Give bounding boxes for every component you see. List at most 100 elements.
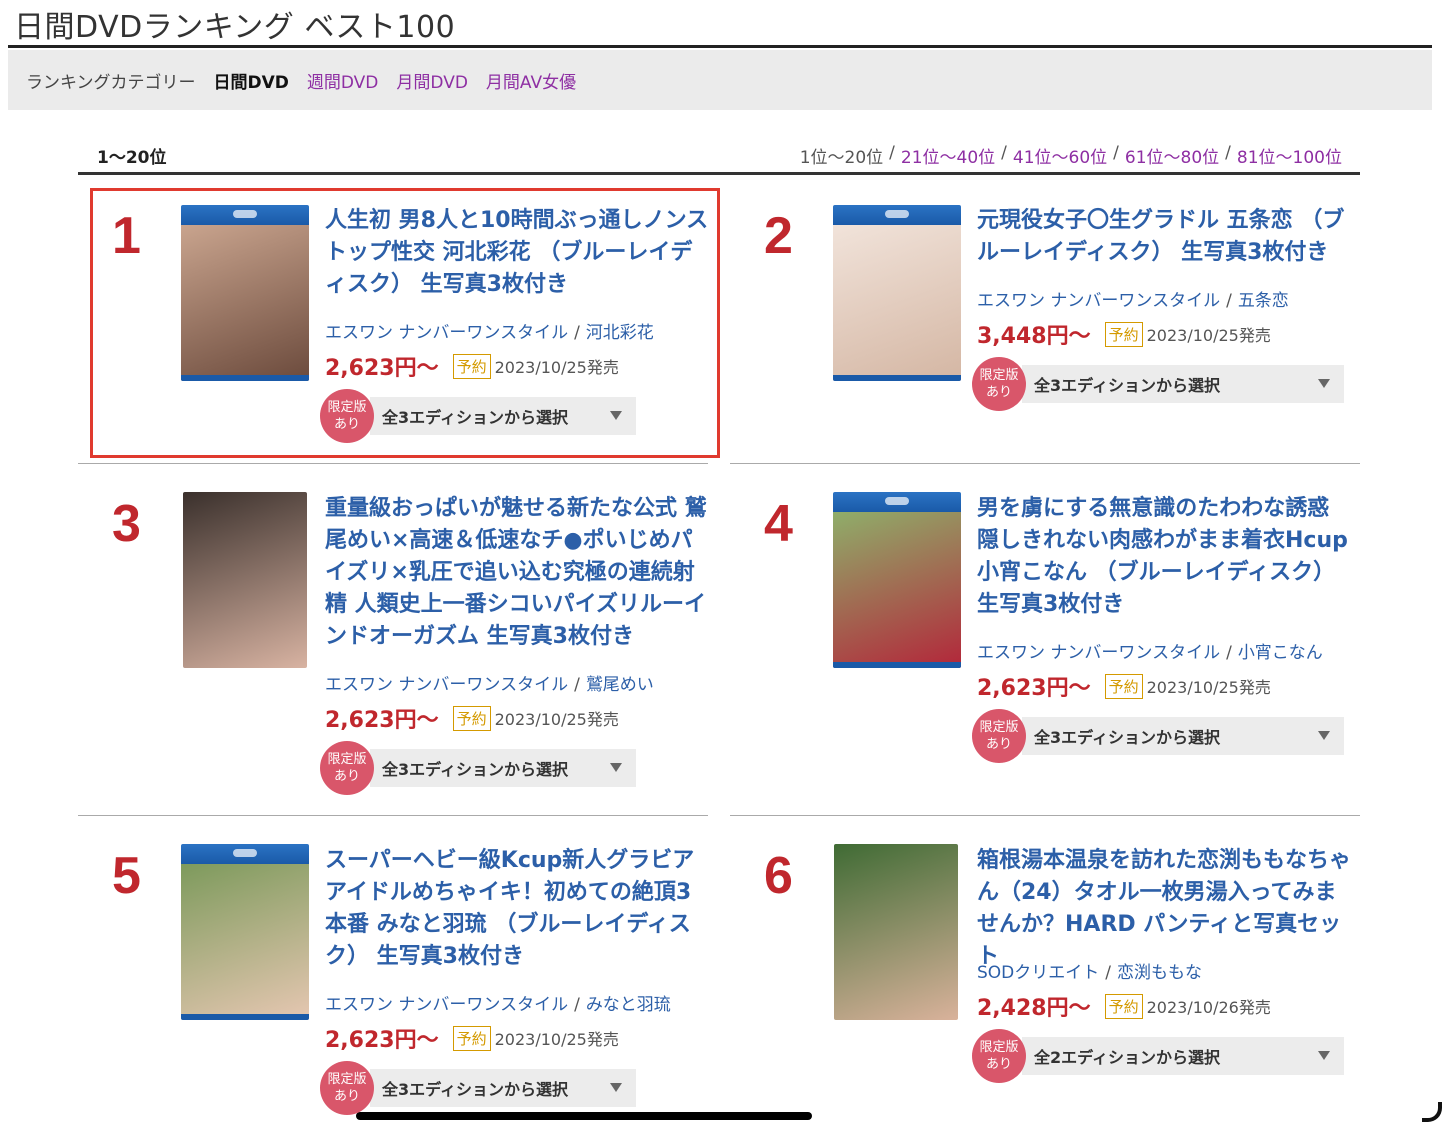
bluray-case-bottom — [833, 375, 961, 381]
limited-edition-text: あり — [333, 769, 360, 784]
bluray-case-bottom — [181, 375, 309, 381]
rank-number: 4 — [764, 495, 793, 553]
meta-separator: / — [574, 995, 580, 1015]
range-link-41-60[interactable]: 41位〜60位 — [1013, 143, 1107, 168]
row-divider — [730, 815, 1360, 816]
product-thumbnail[interactable] — [833, 492, 961, 668]
range-separator: / — [1113, 143, 1119, 163]
price: 2,428円〜 — [977, 996, 1091, 1021]
product-title-link[interactable]: 重量級おっぱいが魅せる新たな公式 鷲尾めい×高速＆低速なチ●ポいじめパイズリ×乳… — [325, 493, 710, 653]
category-current-daily-dvd: 日間DVD — [213, 72, 289, 93]
home-indicator[interactable] — [356, 1112, 812, 1120]
release-date: 2023/10/25発売 — [494, 1030, 619, 1049]
label-link[interactable]: エスワン ナンバーワンスタイル — [977, 643, 1220, 663]
edition-row: 限定版 あり 全3エディションから選択 — [320, 741, 636, 795]
bluray-case-top — [181, 205, 309, 225]
edition-select[interactable]: 全3エディションから選択 — [1022, 717, 1344, 755]
bluray-case-top — [181, 844, 309, 864]
range-link-21-40[interactable]: 21位〜40位 — [901, 143, 995, 168]
edition-select[interactable]: 全3エディションから選択 — [370, 1069, 636, 1107]
range-pagination: 1位〜20位 / 21位〜40位 / 41位〜60位 / 61位〜80位 / 8… — [800, 143, 1342, 168]
cover-image — [833, 512, 961, 668]
price: 2,623円〜 — [977, 676, 1091, 701]
label-link[interactable]: エスワン ナンバーワンスタイル — [977, 291, 1220, 311]
label-link[interactable]: エスワン ナンバーワンスタイル — [325, 323, 568, 343]
product-thumbnail[interactable] — [834, 844, 958, 1020]
edition-select[interactable]: 全3エディションから選択 — [1022, 365, 1344, 403]
product-title-link[interactable]: 人生初 男8人と10時間ぶっ通しノンストップ性交 河北彩花 （ブルーレイディスク… — [325, 205, 710, 301]
limited-edition-badge: 限定版 あり — [972, 709, 1026, 763]
limited-edition-text: あり — [333, 417, 360, 432]
actress-link[interactable]: 鷲尾めい — [586, 675, 654, 695]
actress-link[interactable]: 五条恋 — [1238, 291, 1289, 311]
limited-edition-text: あり — [985, 1057, 1012, 1072]
reservation-badge: 予約 — [1104, 993, 1143, 1019]
range-separator: / — [889, 143, 895, 163]
title-divider — [8, 45, 1432, 48]
price-line: 2,623円〜 予約 2023/10/25発売 — [325, 702, 619, 734]
product-meta: エスワン ナンバーワンスタイル / 五条恋 — [977, 286, 1289, 311]
dropdown-arrow-icon — [610, 411, 622, 420]
range-separator: / — [1225, 143, 1231, 163]
release-date: 2023/10/25発売 — [494, 358, 619, 377]
product-thumbnail[interactable] — [183, 492, 307, 668]
product-title-link[interactable]: スーパーヘビー級Kcup新人グラビアアイドルめちゃイキ！初めての絶頂3本番 みな… — [325, 845, 700, 973]
product-thumbnail[interactable] — [181, 205, 309, 381]
actress-link[interactable]: みなと羽琉 — [586, 995, 671, 1015]
price-line: 2,428円〜 予約 2023/10/26発売 — [977, 990, 1271, 1022]
limited-edition-text: 限定版 — [979, 720, 1019, 735]
edition-select-label: 全3エディションから選択 — [382, 408, 569, 427]
product-title-link[interactable]: 元現役女子〇生グラドル 五条恋 （ブルーレイディスク） 生写真3枚付き — [977, 205, 1352, 269]
label-link[interactable]: SODクリエイト — [977, 963, 1099, 983]
category-link-weekly-dvd[interactable]: 週間DVD — [307, 68, 379, 93]
range-link-81-100[interactable]: 81位〜100位 — [1237, 143, 1342, 168]
price: 2,623円〜 — [325, 356, 439, 381]
price-line: 2,623円〜 予約 2023/10/25発売 — [325, 350, 619, 382]
range-link-61-80[interactable]: 61位〜80位 — [1125, 143, 1219, 168]
edition-select-label: 全3エディションから選択 — [382, 1080, 569, 1099]
row-divider — [78, 815, 708, 816]
reservation-badge: 予約 — [452, 353, 491, 379]
range-divider — [78, 172, 1360, 175]
meta-separator: / — [574, 675, 580, 695]
reservation-badge: 予約 — [452, 1025, 491, 1051]
dropdown-arrow-icon — [1318, 731, 1330, 740]
category-link-monthly-actress[interactable]: 月間AV女優 — [486, 68, 576, 93]
label-link[interactable]: エスワン ナンバーワンスタイル — [325, 995, 568, 1015]
limited-edition-text: あり — [985, 385, 1012, 400]
price: 3,448円〜 — [977, 324, 1091, 349]
actress-link[interactable]: 河北彩花 — [586, 323, 654, 343]
range-separator: / — [1001, 143, 1007, 163]
rank-number: 2 — [764, 207, 793, 265]
edition-select[interactable]: 全3エディションから選択 — [370, 397, 636, 435]
limited-edition-text: 限定版 — [327, 400, 367, 415]
limited-edition-text: 限定版 — [979, 368, 1019, 383]
product-meta: エスワン ナンバーワンスタイル / 鷲尾めい — [325, 670, 654, 695]
rank-number: 1 — [112, 207, 141, 265]
product-title-link[interactable]: 箱根湯本温泉を訪れた恋渕ももなちゃん（24）タオル一枚男湯入ってみませんか？HA… — [977, 845, 1357, 973]
category-link-monthly-dvd[interactable]: 月間DVD — [396, 68, 468, 93]
limited-edition-badge: 限定版 あり — [320, 1061, 374, 1115]
edition-select[interactable]: 全3エディションから選択 — [370, 749, 636, 787]
edition-select[interactable]: 全2エディションから選択 — [1022, 1037, 1344, 1075]
product-meta: エスワン ナンバーワンスタイル / 小宵こなん — [977, 638, 1323, 663]
bluray-case-top — [833, 205, 961, 225]
page-title: 日間DVDランキング ベスト100 — [14, 10, 456, 45]
product-meta: エスワン ナンバーワンスタイル / みなと羽琉 — [325, 990, 671, 1015]
label-link[interactable]: エスワン ナンバーワンスタイル — [325, 675, 568, 695]
release-date: 2023/10/26発売 — [1146, 998, 1271, 1017]
product-title-link[interactable]: 男を虜にする無意識のたわわな誘惑 隠しきれない肉感わがまま着衣Hcup 小宵こな… — [977, 493, 1357, 621]
actress-link[interactable]: 小宵こなん — [1238, 643, 1323, 663]
rank-number: 6 — [764, 847, 793, 905]
price-line: 2,623円〜 予約 2023/10/25発売 — [977, 670, 1271, 702]
meta-separator: / — [574, 323, 580, 343]
rank-number: 3 — [112, 495, 141, 553]
cover-image — [183, 492, 307, 668]
product-thumbnail[interactable] — [181, 844, 309, 1020]
edition-select-label: 全2エディションから選択 — [1034, 1048, 1221, 1067]
cover-image — [834, 844, 958, 1020]
product-thumbnail[interactable] — [833, 205, 961, 381]
bluray-case-top — [833, 492, 961, 512]
release-date: 2023/10/25発売 — [1146, 678, 1271, 697]
actress-link[interactable]: 恋渕ももな — [1117, 963, 1202, 983]
